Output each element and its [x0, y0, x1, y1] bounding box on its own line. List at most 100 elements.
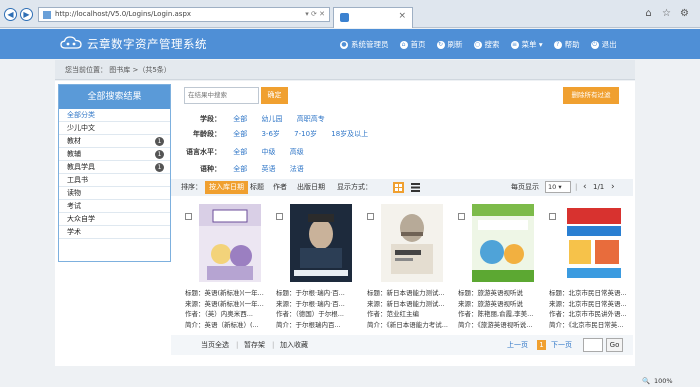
next-page-link[interactable]: 下一页 — [551, 335, 572, 355]
sidebar-item-label: 工具书 — [67, 176, 88, 184]
grid-view-icon[interactable] — [393, 182, 404, 193]
filter-option[interactable]: 全部 — [233, 162, 247, 176]
add-favorite-button[interactable]: 加入收藏 — [280, 335, 308, 355]
sort-label: 排序： — [181, 183, 202, 191]
book-checkbox[interactable] — [458, 213, 465, 220]
filter-language-level: 语言水平： 全部 中级 高级 — [184, 145, 624, 159]
menu-home[interactable]: ⌂ 首页 — [399, 39, 426, 50]
favorites-icon[interactable]: ☆ — [660, 7, 673, 20]
menu-exit[interactable]: ⏻ 退出 — [590, 39, 617, 50]
refresh-icon: ↻ — [436, 40, 445, 49]
book-meta: 标题：旅游英语视听说 来源：旅游英语视听说 作者：陈艳丽,俞霞,李美... 简介… — [458, 288, 546, 330]
book-summary: 简介：于尔根瑞内百... — [276, 320, 341, 329]
sidebar-item-readers[interactable]: 读物 — [59, 187, 170, 200]
book-checkbox[interactable] — [185, 213, 192, 220]
sidebar-item-tutoring[interactable]: 教辅 1 — [59, 148, 170, 161]
filter-option[interactable]: 英语 — [261, 162, 275, 176]
sidebar-item-self-study[interactable]: 大众自学 — [59, 213, 170, 226]
search-input[interactable]: 在结果中搜索 — [184, 87, 259, 104]
menu-help[interactable]: ? 帮助 — [553, 39, 580, 50]
filter-option[interactable]: 全部 — [233, 127, 247, 141]
sort-by-title[interactable]: 标题 — [250, 179, 264, 196]
book-source: 来源：于尔根·瑞内·百... — [276, 299, 345, 308]
page-number-input[interactable] — [583, 338, 603, 352]
zoom-level[interactable]: 100% — [654, 375, 673, 387]
current-page[interactable]: 1 — [537, 340, 546, 350]
menu-search[interactable]: ○ 搜索 — [473, 39, 500, 50]
address-controls[interactable]: ▾ ⟳ ✕ — [305, 8, 325, 21]
sidebar-item-exam[interactable]: 考试 — [59, 200, 170, 213]
next-page-icon[interactable]: › — [611, 179, 615, 196]
sidebar-item-all[interactable]: 全部分类 — [59, 109, 170, 122]
book-checkbox[interactable] — [276, 213, 283, 220]
sidebar-item-kids-chinese[interactable]: 少儿中文 — [59, 122, 170, 135]
main-panel: 全部搜索结果 全部分类 少儿中文 教材 1 教辅 1 教具学具 1 工具书 读物 考试… — [55, 81, 635, 366]
per-page-select[interactable]: 10 ▾ — [545, 181, 571, 193]
home-icon[interactable]: ⌂ — [642, 7, 655, 20]
sort-by-date[interactable]: 按入库日期 — [205, 181, 248, 194]
book-card[interactable]: 标题：新日本语能力测试... 来源：新日本语能力测试... 作者：范业红主编 简… — [367, 204, 453, 334]
book-cover-tourism[interactable] — [472, 204, 534, 282]
filter-option[interactable]: 高级 — [290, 145, 304, 159]
sidebar-item-label: 学术 — [67, 228, 81, 236]
sidebar-item-academic[interactable]: 学术 — [59, 226, 170, 239]
book-cover-english[interactable] — [199, 204, 261, 282]
gear-icon[interactable]: ⚙ — [678, 7, 691, 20]
filter-option[interactable]: 全部 — [233, 145, 247, 159]
sidebar-item-textbook[interactable]: 教材 1 — [59, 135, 170, 148]
separator: | — [236, 341, 239, 349]
sidebar-item-teaching-aids[interactable]: 教具学具 1 — [59, 161, 170, 174]
filter-label: 语言水平： — [186, 148, 221, 156]
book-checkbox[interactable] — [549, 213, 556, 220]
prev-page-link[interactable]: 上一页 — [507, 335, 528, 355]
book-card[interactable]: 标题：于尔根·瑞内·百... 来源：于尔根·瑞内·百... 作者：（德国）于尔根… — [276, 204, 362, 334]
book-card[interactable]: 标题：北京市民日常英语... 来源：北京市民日常英语... 作者：北京市市民讲外… — [549, 204, 635, 334]
close-tab-icon[interactable]: × — [398, 11, 406, 21]
list-view-icon[interactable] — [411, 183, 420, 192]
menu-user[interactable]: ● 系统管理员 — [340, 39, 389, 50]
sort-by-author[interactable]: 作者 — [273, 179, 287, 196]
book-author: 作者：陈艳丽,俞霞,李美... — [458, 310, 534, 318]
filter-option[interactable]: 中级 — [261, 145, 275, 159]
sidebar-item-label: 大众自学 — [67, 215, 95, 223]
clear-filters-button[interactable]: 删除所有过滤 — [563, 87, 619, 104]
address-bar[interactable]: http://localhost/V5.0/Logins/Login.aspx … — [38, 7, 330, 22]
zoom-icon[interactable]: 🔍 — [642, 375, 650, 387]
filter-language: 语种： 全部 英语 法语 — [184, 162, 624, 176]
ie-icon — [340, 13, 349, 22]
filter-option[interactable]: 3-6岁 — [261, 127, 279, 141]
sidebar-item-label: 教材 — [67, 137, 81, 145]
sort-by-pubdate[interactable]: 出版日期 — [297, 179, 325, 196]
book-meta: 标题：于尔根·瑞内·百... 来源：于尔根·瑞内·百... 作者：（德国）于尔根… — [276, 288, 364, 330]
book-card[interactable]: 标题：英语(新标准)(一年... 来源：英语(新标准)(一年... 作者：（英）… — [185, 204, 271, 334]
prev-page-icon[interactable]: ‹ — [583, 179, 587, 196]
forward-icon[interactable]: ▶ — [20, 8, 33, 21]
filter-option[interactable]: 18岁及以上 — [331, 127, 368, 141]
book-cover-gorky[interactable] — [381, 204, 443, 282]
select-all-button[interactable]: 当页全选 — [201, 335, 229, 355]
book-card[interactable]: 标题：旅游英语视听说 来源：旅游英语视听说 作者：陈艳丽,俞霞,李美... 简介… — [458, 204, 544, 334]
menu-menu[interactable]: ≡ 菜单 ▾ — [510, 39, 543, 50]
sidebar-header: 全部搜索结果 — [59, 85, 170, 109]
exit-icon: ⏻ — [590, 40, 599, 49]
filter-option[interactable]: 全部 — [233, 112, 247, 126]
menu-refresh[interactable]: ↻ 刷新 — [436, 39, 463, 50]
go-button[interactable]: Go — [606, 338, 623, 352]
filter-option[interactable]: 幼儿园 — [261, 112, 282, 126]
menu-label: 菜单 ▾ — [521, 40, 543, 49]
search-ok-button[interactable]: 确定 — [261, 87, 288, 104]
filter-option[interactable]: 高职高专 — [297, 112, 325, 126]
address-text: http://localhost/V5.0/Logins/Login.aspx — [55, 10, 192, 18]
filter-option[interactable]: 法语 — [290, 162, 304, 176]
sidebar-item-reference[interactable]: 工具书 — [59, 174, 170, 187]
book-checkbox[interactable] — [367, 213, 374, 220]
count-badge: 1 — [155, 137, 164, 146]
book-cover-beijing[interactable] — [563, 204, 625, 282]
filter-option[interactable]: 7-10岁 — [294, 127, 317, 141]
sort-bar: 排序： 按入库日期 标题 作者 出版日期 显示方式： 每页显示 10 ▾ | ‹… — [171, 179, 633, 196]
book-author: 作者：（英）内奥米西... — [185, 310, 253, 318]
book-cover-portrait[interactable] — [290, 204, 352, 282]
back-icon[interactable]: ◀ — [4, 8, 17, 21]
browser-tab[interactable]: × — [333, 7, 413, 28]
temp-shelf-button[interactable]: 暂存架 — [244, 335, 265, 355]
